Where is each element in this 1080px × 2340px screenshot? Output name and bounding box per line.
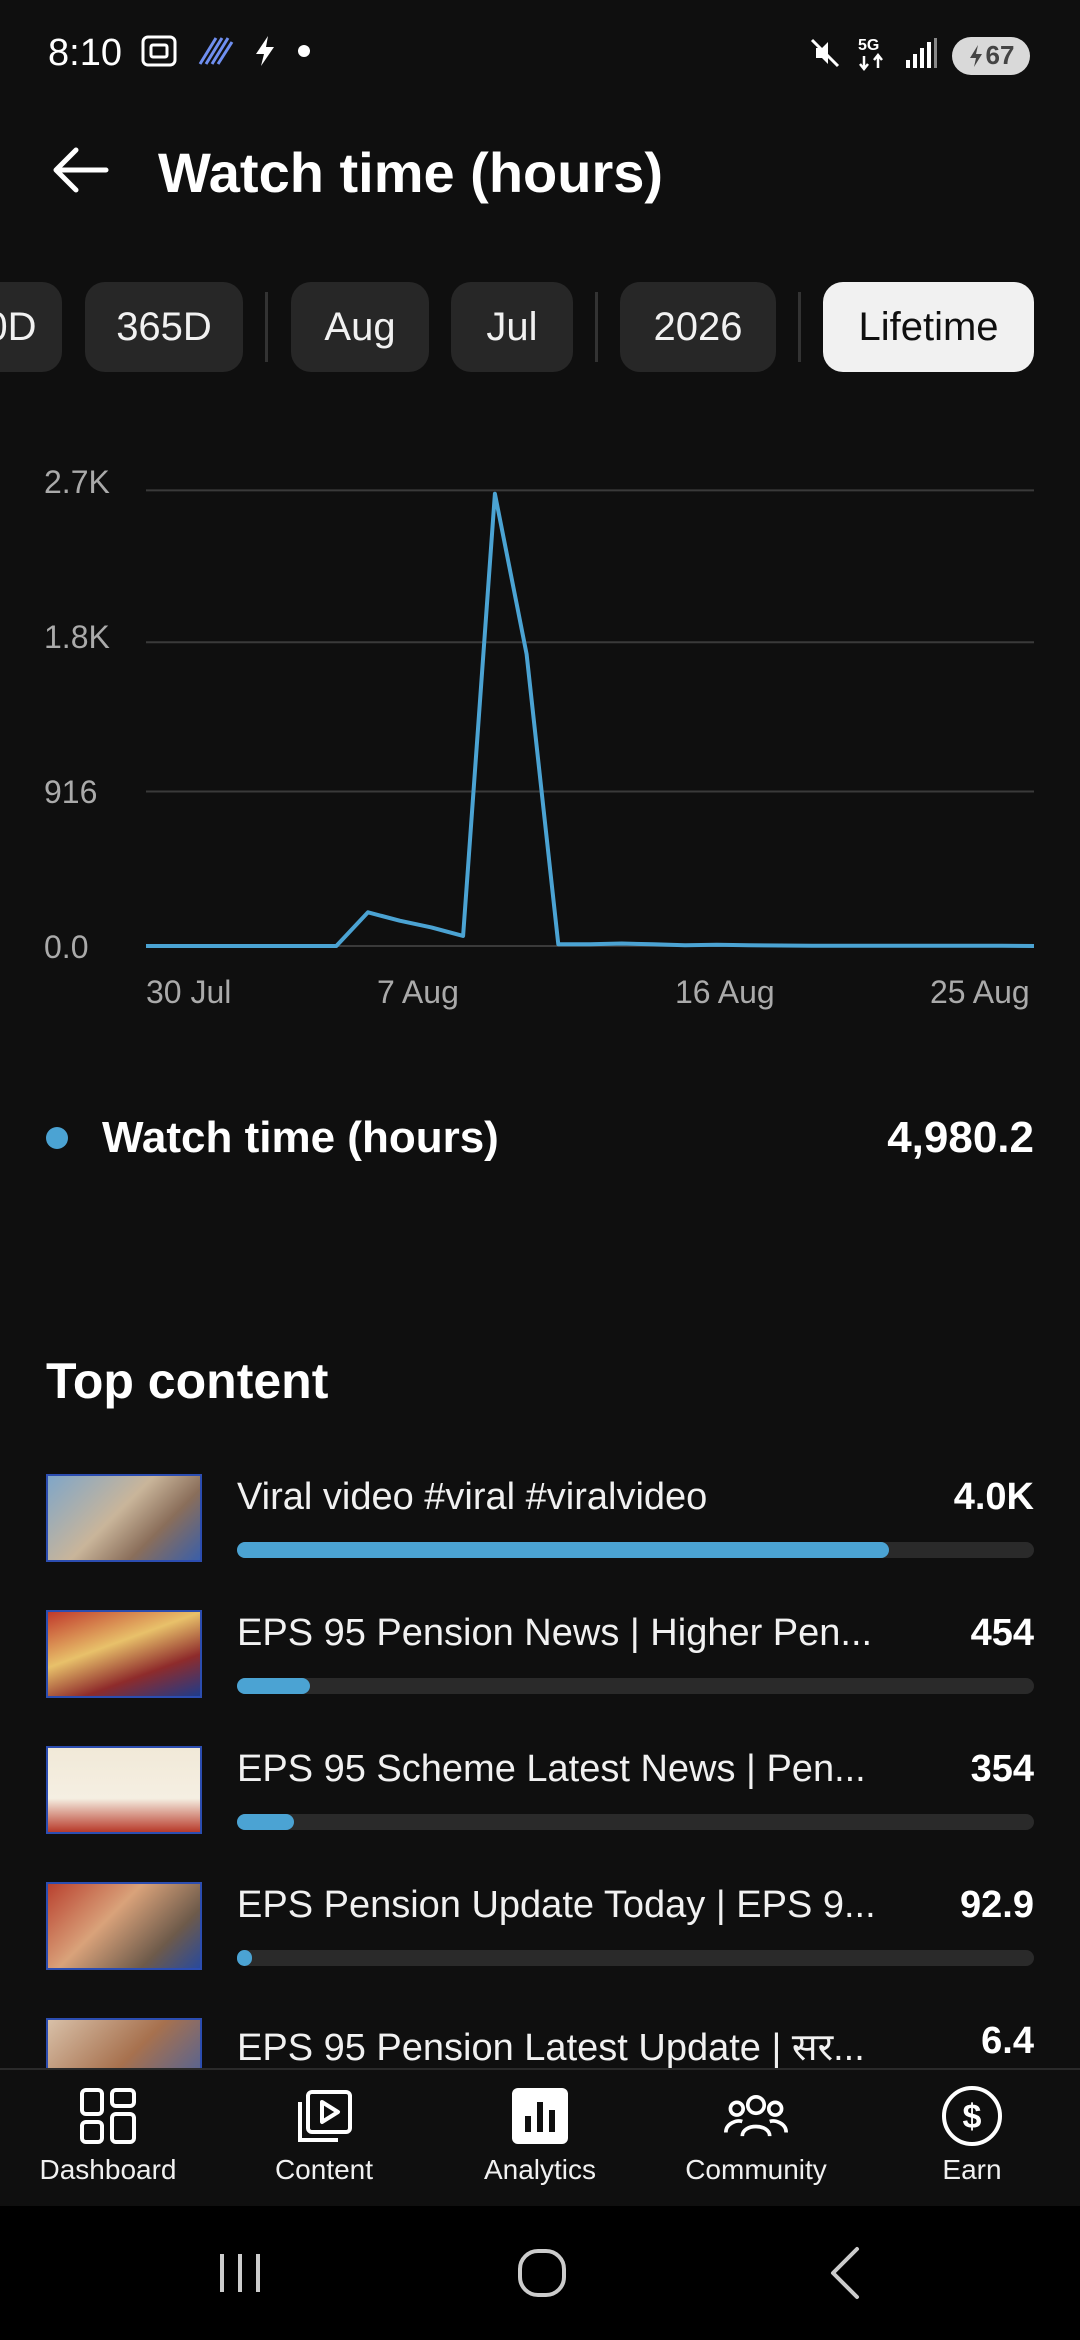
video-value: 354 — [970, 1748, 1034, 1790]
battery-icon: 67 — [952, 36, 1030, 75]
legend-dot — [46, 1127, 68, 1149]
watch-time-chart: 2.7K 1.8K 916 0.0 30 Jul 7 Aug 16 Aug 25… — [0, 440, 1080, 1040]
chip-divider — [265, 292, 268, 362]
video-thumbnail — [46, 1882, 202, 1970]
chip-aug[interactable]: Aug — [291, 282, 429, 372]
x-tick-label: 16 Aug — [675, 974, 775, 1010]
chart-svg — [146, 489, 1035, 948]
watch-time-series-line — [146, 491, 1035, 948]
dot-icon — [296, 34, 312, 73]
total-watch-time: 4,980.2 — [887, 1113, 1034, 1162]
header: Watch time (hours) — [0, 120, 1080, 220]
progress-fill — [237, 1678, 310, 1694]
chip-lifetime[interactable]: Lifetime — [823, 282, 1034, 372]
chip-2026[interactable]: 2026 — [620, 282, 776, 372]
video-thumbnail — [46, 2018, 202, 2070]
x-tick-label: 25 Aug — [930, 974, 1030, 1010]
system-nav-bar — [0, 2206, 1080, 2340]
svg-text:5G: 5G — [858, 37, 879, 54]
5g-icon: 5G — [856, 34, 890, 77]
nav-analytics[interactable]: Analytics — [432, 2084, 648, 2204]
earn-icon: $ — [940, 2084, 1004, 2148]
nav-label: Community — [685, 2154, 827, 2185]
x-tick-label: 30 Jul — [146, 974, 232, 1010]
y-tick-label: 0.0 — [44, 929, 89, 965]
video-title: EPS Pension Update Today | EPS 9... — [237, 1884, 876, 1926]
pattern-icon — [196, 34, 234, 73]
chart-legend: Watch time (hours) 4,980.2 — [0, 1105, 1080, 1175]
page-title: Watch time (hours) — [158, 141, 664, 204]
chip-jul[interactable]: Jul — [451, 282, 573, 372]
video-value: 4.0K — [953, 1476, 1034, 1518]
bottom-nav: Dashboard Content Analytics Community $ … — [0, 2068, 1080, 2204]
progress-fill — [237, 1814, 294, 1830]
top-content-title: Top content — [46, 1353, 329, 1409]
content-icon — [292, 2084, 356, 2148]
video-title: EPS 95 Pension Latest Update | सर... — [237, 2027, 865, 2069]
period-chips: 0D 365D Aug Jul 2026 Lifetime — [0, 282, 1080, 372]
chip-365d[interactable]: 365D — [85, 282, 243, 372]
list-item[interactable]: EPS 95 Scheme Latest News | Pen... 354 — [0, 1742, 1080, 1872]
home-button[interactable] — [492, 2236, 592, 2310]
lightning-icon — [252, 34, 278, 73]
back-button[interactable] — [40, 138, 120, 202]
back-nav-button[interactable] — [796, 2236, 896, 2310]
list-item[interactable]: EPS Pension Update Today | EPS 9... 92.9 — [0, 1878, 1080, 2008]
video-title: EPS 95 Scheme Latest News | Pen... — [237, 1748, 866, 1790]
battery-level: 67 — [985, 40, 1015, 70]
list-item[interactable]: EPS 95 Pension Latest Update | सर... 6.4 — [0, 2014, 1080, 2070]
dashboard-icon — [76, 2084, 140, 2148]
nav-label: Analytics — [483, 2154, 597, 2185]
progress-track — [237, 1950, 1034, 1966]
progress-track — [237, 1678, 1034, 1694]
nav-earn[interactable]: $ Earn — [864, 2084, 1080, 2204]
nav-community[interactable]: Community — [648, 2084, 864, 2204]
progress-fill — [237, 1542, 889, 1558]
top-content-list: Viral video #viral #viralvideo 4.0K EPS … — [0, 1470, 1080, 2070]
status-icons-left — [140, 34, 312, 73]
y-tick-label: 1.8K — [44, 619, 110, 655]
svg-text:$: $ — [963, 2098, 982, 2136]
community-icon — [724, 2084, 788, 2148]
status-bar: 8:10 5G 67 — [0, 0, 1080, 110]
nav-label: Dashboard — [39, 2154, 177, 2185]
progress-fill — [237, 1950, 253, 1966]
y-tick-label: 2.7K — [44, 464, 110, 500]
screenshot-icon — [140, 34, 178, 73]
legend-label: Watch time (hours) — [102, 1113, 499, 1162]
nav-content[interactable]: Content — [216, 2084, 432, 2204]
video-value: 92.9 — [960, 1884, 1034, 1926]
recents-button[interactable] — [190, 2236, 290, 2310]
y-tick-label: 916 — [44, 774, 98, 810]
analytics-icon — [508, 2084, 572, 2148]
x-tick-label: 7 Aug — [377, 974, 459, 1010]
progress-track — [237, 1814, 1034, 1830]
list-item[interactable]: EPS 95 Pension News | Higher Pen... 454 — [0, 1606, 1080, 1736]
chip-divider — [798, 292, 801, 362]
progress-track — [237, 1542, 1034, 1558]
mute-icon — [808, 36, 842, 75]
nav-label: Earn — [942, 2154, 1002, 2185]
status-icons-right: 5G 67 — [808, 34, 1030, 77]
arrow-left-icon — [53, 147, 109, 193]
video-thumbnail — [46, 1474, 202, 1562]
video-thumbnail — [46, 1610, 202, 1698]
chip-0d[interactable]: 0D — [0, 282, 62, 372]
video-title: EPS 95 Pension News | Higher Pen... — [237, 1612, 873, 1654]
signal-icon — [904, 36, 938, 75]
nav-dashboard[interactable]: Dashboard — [0, 2084, 216, 2204]
video-thumbnail — [46, 1746, 202, 1834]
home-icon — [518, 2249, 566, 2297]
video-title: Viral video #viral #viralvideo — [237, 1476, 708, 1518]
status-time: 8:10 — [48, 32, 122, 74]
chip-divider — [595, 292, 598, 362]
video-value: 454 — [970, 1612, 1034, 1654]
recents-icon — [220, 2254, 260, 2292]
nav-label: Content — [274, 2154, 374, 2185]
list-item[interactable]: Viral video #viral #viralvideo 4.0K — [0, 1470, 1080, 1600]
chevron-left-icon — [831, 2247, 859, 2299]
video-value: 6.4 — [981, 2020, 1034, 2062]
